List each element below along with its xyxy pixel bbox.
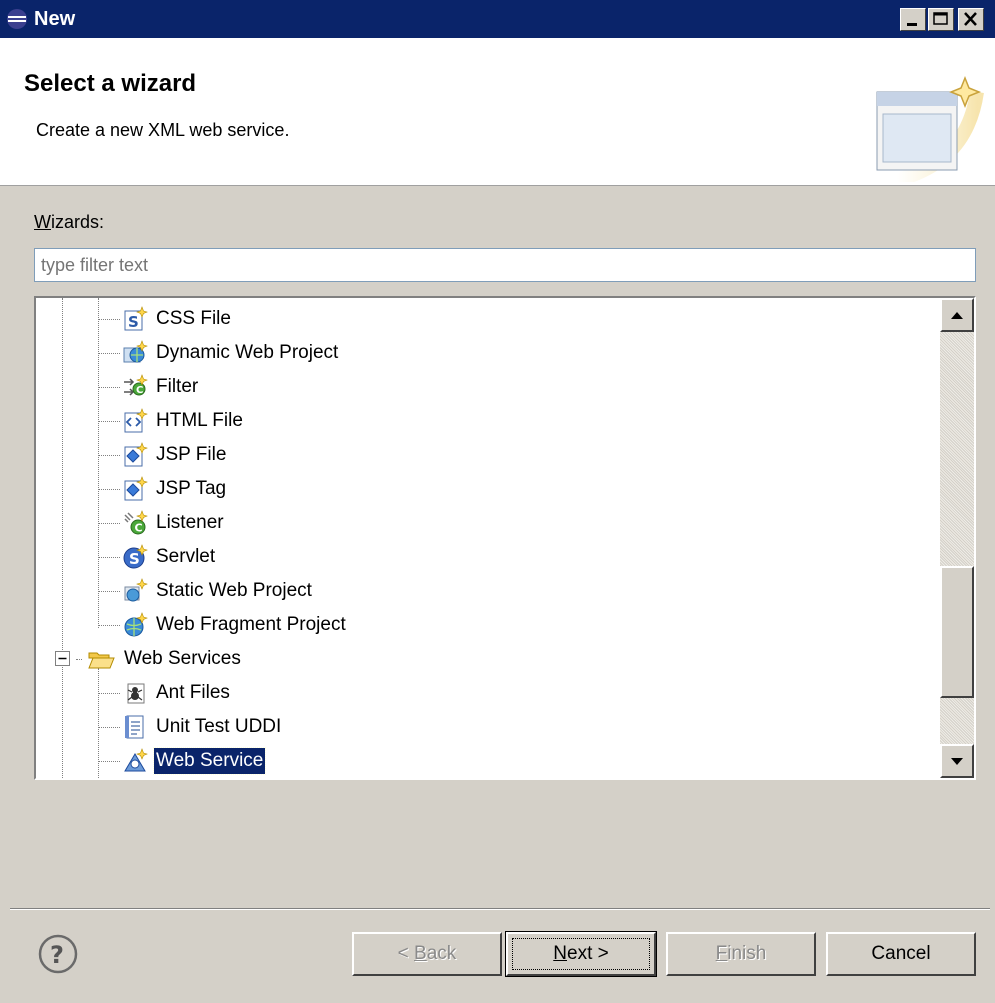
tree-vertical-scrollbar[interactable] (940, 298, 974, 778)
tree-item-html-file[interactable]: HTML File (98, 404, 245, 438)
button-bar-separator (10, 908, 990, 910)
collapse-icon[interactable] (54, 650, 72, 668)
maximize-button[interactable] (928, 8, 954, 31)
tree-item-jsp-tag[interactable]: JSP Tag (98, 472, 228, 506)
svg-text:?: ? (50, 941, 64, 969)
tree-item-ant-files[interactable]: Ant Files (98, 676, 232, 710)
close-icon (964, 12, 977, 26)
unit-test-uddi-icon (125, 715, 144, 739)
dynamic-web-project-icon (123, 340, 148, 363)
tree-item-listener[interactable]: C Listener (98, 506, 226, 540)
new-wizard-banner-icon (876, 75, 984, 182)
window-title: New (34, 8, 76, 30)
svg-text:C: C (135, 522, 143, 535)
wizard-header: Select a wizard Create a new XML web ser… (0, 38, 995, 186)
static-web-project-icon (124, 578, 148, 602)
page-description: Create a new XML web service. (36, 120, 290, 140)
tree-item-jsp-file[interactable]: JSP File (98, 438, 228, 472)
title-bar: New (0, 0, 995, 38)
tree-item-label: Listener (156, 512, 224, 533)
tree-item-label: JSP File (156, 444, 227, 465)
eclipse-icon (7, 9, 27, 29)
filter-input[interactable] (34, 248, 976, 282)
svg-text:S: S (128, 313, 139, 331)
page-title: Select a wizard (24, 70, 197, 97)
tree-guide-line (62, 298, 63, 778)
scroll-up-button[interactable] (940, 298, 974, 332)
tree-item-dynamic-web-project[interactable]: Dynamic Web Project (98, 336, 340, 370)
arrow-down-icon (951, 758, 963, 765)
svg-text:C: C (136, 385, 143, 396)
tree-item-label: Web Fragment Project (156, 614, 346, 635)
wizard-tree[interactable]: S CSS File Dynamic Web Project C Filter … (34, 296, 976, 780)
tree-item-label: Unit Test UDDI (156, 716, 282, 737)
finish-button[interactable]: Finish (666, 932, 816, 976)
web-fragment-project-icon (124, 612, 148, 637)
tree-item-filter[interactable]: C Filter (98, 370, 200, 404)
back-button[interactable]: < Back (352, 932, 502, 976)
jsp-file-icon (124, 442, 148, 467)
next-button[interactable]: Next > (505, 931, 657, 977)
tree-item-label: Ant Files (156, 682, 230, 703)
minimize-button[interactable] (900, 8, 926, 31)
filter-icon: C (124, 374, 148, 396)
html-file-icon (124, 408, 148, 433)
wizards-label: Wizards: (34, 212, 105, 232)
arrow-up-icon (951, 312, 963, 319)
tree-item-label: JSP Tag (156, 478, 227, 499)
listener-icon: C (124, 510, 148, 535)
css-file-icon: S (124, 306, 148, 331)
tree-item-label: HTML File (156, 410, 243, 431)
scroll-thumb[interactable] (940, 566, 974, 698)
tree-item-label: CSS File (156, 308, 231, 329)
cancel-button[interactable]: Cancel (826, 932, 976, 976)
web-service-icon (124, 748, 148, 772)
tree-item-label: Servlet (156, 546, 216, 567)
folder-open-icon (88, 652, 115, 669)
tree-item-css-file[interactable]: S CSS File (98, 302, 233, 336)
maximize-icon (933, 12, 948, 25)
help-icon[interactable]: ? (36, 932, 80, 976)
tree-item-label: Static Web Project (156, 580, 312, 601)
tree-item-label: Filter (156, 376, 199, 397)
svg-text:S: S (129, 550, 140, 568)
ant-files-icon (127, 683, 145, 704)
tree-item-unit-test-uddi[interactable]: Unit Test UDDI (98, 710, 283, 744)
tree-item-servlet[interactable]: S Servlet (98, 540, 217, 574)
tree-item-label: Web Service (152, 747, 267, 775)
tree-item-label: Dynamic Web Project (156, 342, 339, 363)
servlet-icon: S (123, 544, 148, 569)
tree-item-label: Web Services (124, 648, 241, 669)
tree-item-web-service[interactable]: Web Service (98, 744, 267, 778)
scroll-down-button[interactable] (940, 744, 974, 778)
tree-item-web-services[interactable]: Web Services (54, 642, 243, 676)
tree-item-web-fragment-project[interactable]: Web Fragment Project (98, 608, 348, 642)
tree-item-static-web-project[interactable]: Static Web Project (98, 574, 314, 608)
minimize-icon (907, 23, 917, 26)
jsp-tag-icon (124, 476, 148, 501)
close-button[interactable] (958, 8, 984, 31)
